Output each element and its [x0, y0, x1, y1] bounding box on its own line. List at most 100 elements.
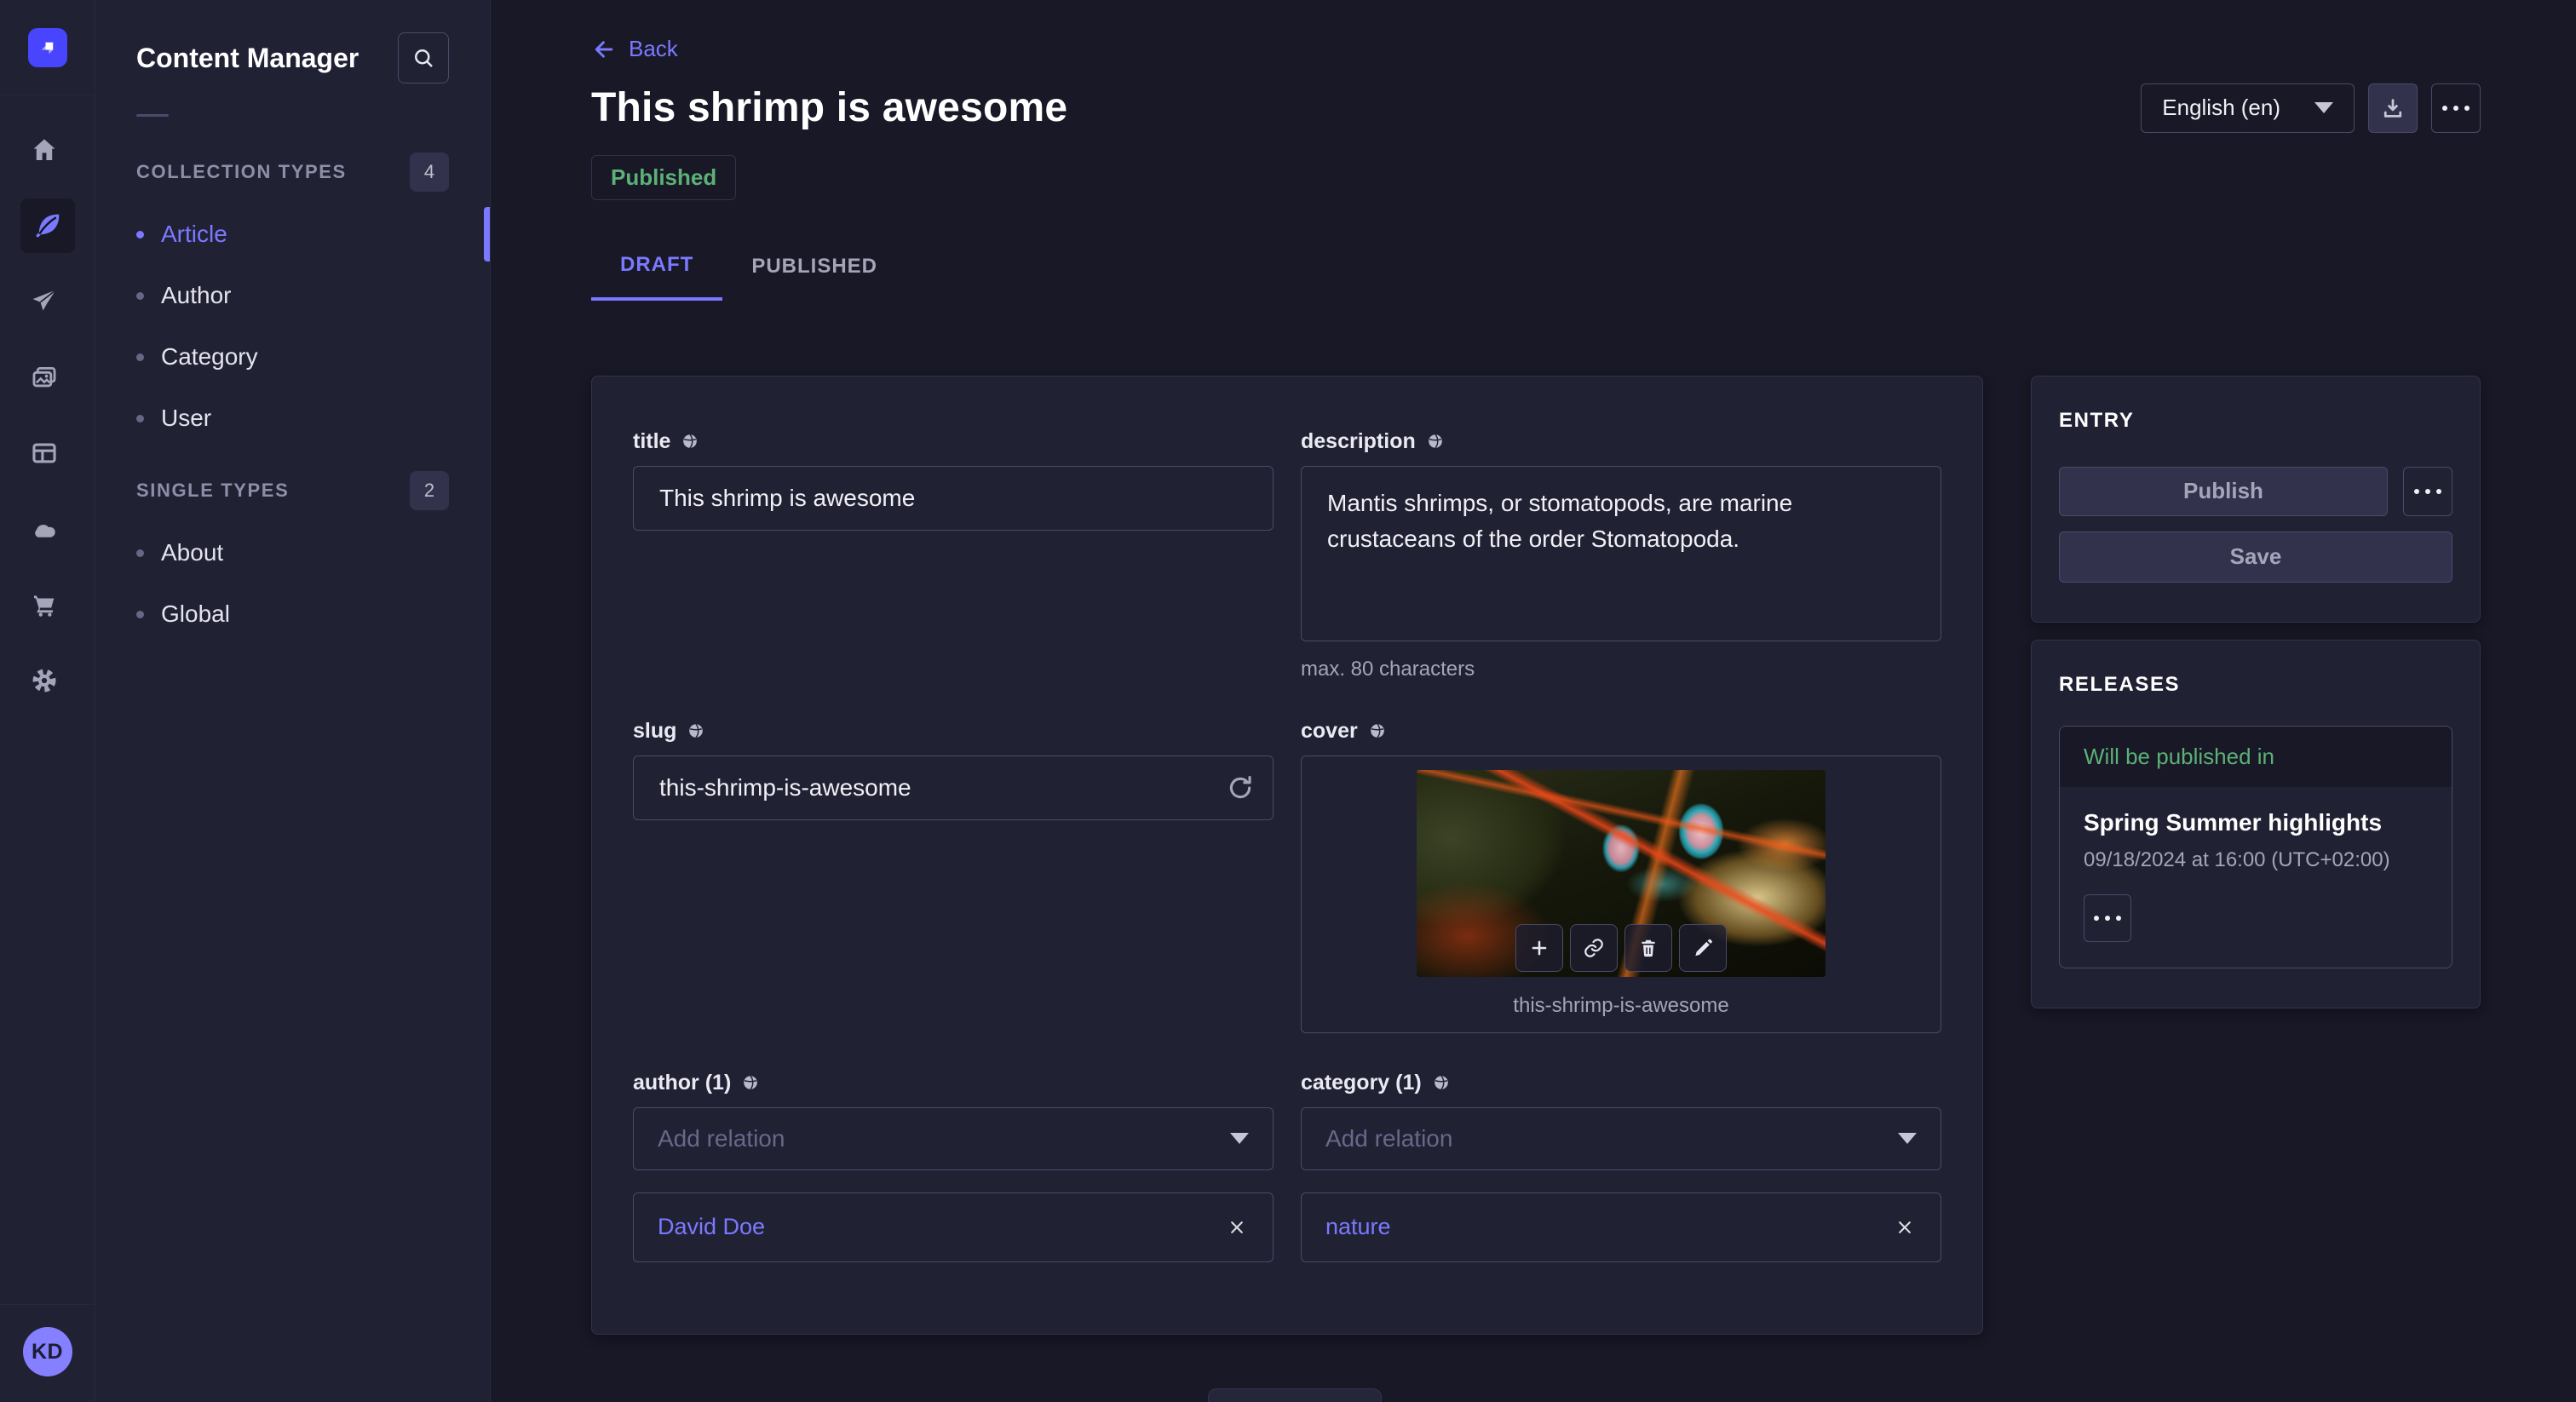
sidebar-item-label: About	[161, 539, 223, 566]
header-controls: English (en)	[2141, 83, 2481, 133]
trash-icon	[1637, 937, 1659, 959]
entry-more-button[interactable]	[2403, 467, 2452, 516]
globe-icon	[687, 721, 705, 740]
release-more-button[interactable]	[2084, 894, 2131, 942]
remove-relation-button[interactable]	[1225, 1215, 1249, 1239]
regenerate-slug-button[interactable]	[1226, 773, 1255, 802]
title-field-label: title	[633, 429, 670, 454]
page-title: This shrimp is awesome	[591, 84, 1067, 131]
edit-media-button[interactable]	[1679, 924, 1727, 972]
pencil-icon	[1692, 937, 1714, 959]
ellipsis-icon	[2094, 916, 2121, 921]
bullet-icon	[136, 353, 144, 361]
category-relation-item: nature	[1301, 1192, 1941, 1262]
chevron-down-icon	[1230, 1133, 1249, 1144]
tab-draft[interactable]: DRAFT	[591, 233, 722, 301]
publish-button[interactable]: Publish	[2059, 467, 2388, 516]
media-library-icon[interactable]	[20, 353, 68, 401]
sidebar-item-category[interactable]: Category	[136, 326, 449, 388]
sidebar-item-label: Article	[161, 221, 227, 248]
field-slug: slug	[633, 719, 1274, 1033]
relation-link[interactable]: David Doe	[658, 1214, 765, 1240]
download-icon	[2380, 95, 2406, 121]
sidebar-item-label: Category	[161, 343, 258, 371]
locale-select[interactable]: English (en)	[2141, 83, 2355, 133]
cover-toolbar	[1515, 924, 1727, 972]
bullet-icon	[136, 292, 144, 300]
field-description: description Mantis shrimps, or stomatopo…	[1301, 429, 1941, 681]
main-content: Back This shrimp is awesome English (en)	[491, 0, 2576, 1402]
entry-panel-heading: ENTRY	[2059, 409, 2452, 433]
x-icon	[1893, 1215, 1917, 1239]
single-types-header: SINGLE TYPES	[136, 480, 289, 502]
cover-filename: this-shrimp-is-awesome	[1302, 994, 1941, 1018]
author-relation-select[interactable]: Add relation	[633, 1107, 1274, 1170]
bullet-icon	[136, 415, 144, 422]
content-manager-icon[interactable]	[20, 198, 75, 253]
marketplace-cart-icon[interactable]	[20, 581, 68, 629]
description-textarea[interactable]: Mantis shrimps, or stomatopods, are mari…	[1301, 466, 1941, 641]
back-label: Back	[629, 36, 678, 62]
relation-placeholder: Add relation	[658, 1125, 785, 1152]
x-icon	[1225, 1215, 1249, 1239]
entry-form-card: title description	[591, 376, 1983, 1335]
sidebar-item-label: User	[161, 405, 211, 432]
sidebar-item-about[interactable]: About	[136, 522, 449, 583]
tab-published[interactable]: PUBLISHED	[722, 233, 906, 301]
strapi-logo[interactable]	[28, 28, 67, 67]
remove-relation-button[interactable]	[1893, 1215, 1917, 1239]
slug-field-label: slug	[633, 719, 676, 744]
collection-types-count: 4	[410, 152, 449, 192]
single-types-list: About Global	[136, 522, 449, 645]
divider	[136, 114, 169, 117]
app-nav-rail: KD	[0, 0, 95, 1402]
sidebar-item-author[interactable]: Author	[136, 265, 449, 326]
export-button[interactable]	[2368, 83, 2418, 133]
user-avatar[interactable]: KD	[23, 1327, 72, 1376]
home-icon[interactable]	[20, 126, 68, 174]
collection-types-list: Article Author Category User	[136, 204, 449, 449]
relation-link[interactable]: nature	[1325, 1214, 1391, 1240]
add-media-button[interactable]	[1515, 924, 1563, 972]
copy-link-button[interactable]	[1570, 924, 1618, 972]
plus-icon	[1528, 937, 1550, 959]
sidebar-item-user[interactable]: User	[136, 388, 449, 449]
field-category: category (1) Add relation nature	[1301, 1071, 1941, 1262]
status-badge: Published	[591, 155, 736, 200]
description-field-label: description	[1301, 429, 1416, 454]
release-status: Will be published in	[2060, 727, 2452, 787]
sidebar-item-article[interactable]: Article	[136, 204, 449, 265]
release-title: Spring Summer highlights	[2084, 809, 2428, 836]
release-card: Will be published in Spring Summer highl…	[2059, 726, 2452, 968]
globe-icon	[1432, 1073, 1451, 1092]
bottom-peek-button[interactable]	[1208, 1388, 1382, 1402]
release-date: 09/18/2024 at 16:00 (UTC+02:00)	[2084, 848, 2428, 872]
relation-placeholder: Add relation	[1325, 1125, 1452, 1152]
author-field-label: author (1)	[633, 1071, 731, 1095]
version-tabs: DRAFT PUBLISHED	[591, 233, 2481, 304]
deploy-cloud-icon[interactable]	[20, 505, 68, 553]
sidebar-item-global[interactable]: Global	[136, 583, 449, 645]
arrow-left-icon	[591, 37, 617, 62]
settings-gear-icon[interactable]	[20, 657, 68, 704]
delete-media-button[interactable]	[1624, 924, 1672, 972]
releases-icon[interactable]	[20, 278, 68, 325]
app-root: KD Content Manager COLLECTION TYPES 4 Ar…	[0, 0, 2576, 1402]
search-button[interactable]	[398, 32, 449, 83]
save-button[interactable]: Save	[2059, 531, 2452, 583]
chevron-down-icon	[2314, 102, 2333, 113]
cover-media-card: this-shrimp-is-awesome	[1301, 756, 1941, 1033]
back-link[interactable]: Back	[591, 36, 678, 62]
sidebar-item-label: Author	[161, 282, 232, 309]
category-field-label: category (1)	[1301, 1071, 1422, 1095]
field-title: title	[633, 429, 1274, 681]
title-input[interactable]	[633, 466, 1274, 531]
bullet-icon	[136, 549, 144, 557]
more-options-button[interactable]	[2431, 83, 2481, 133]
slug-input[interactable]	[633, 756, 1274, 820]
search-icon	[411, 45, 436, 71]
entry-panel: ENTRY Publish Save	[2031, 376, 2481, 623]
sidebar-title: Content Manager	[136, 43, 359, 74]
content-type-builder-icon[interactable]	[20, 429, 68, 477]
category-relation-select[interactable]: Add relation	[1301, 1107, 1941, 1170]
